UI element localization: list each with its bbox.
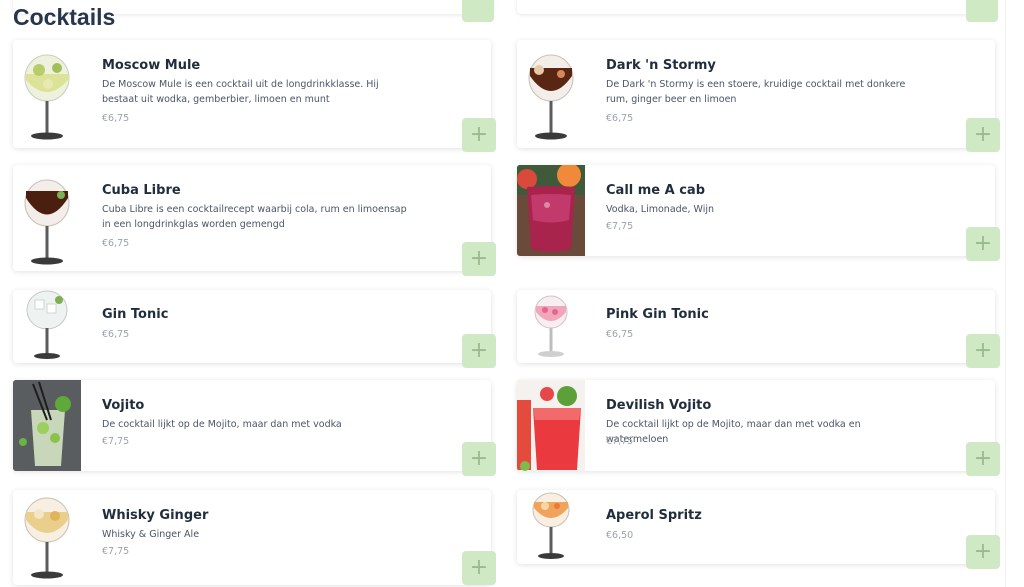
menu-item-card[interactable]: Gin Tonic €6,75 xyxy=(13,290,491,363)
cocktail-image xyxy=(517,490,585,564)
menu-item-card[interactable]: Dark 'n Stormy De Dark 'n Stormy is een … xyxy=(517,40,995,148)
item-price: €6,75 xyxy=(102,238,130,249)
item-price: €6,75 xyxy=(102,113,130,124)
item-name: Cuba Libre xyxy=(102,183,181,198)
add-to-cart-button[interactable]: + xyxy=(462,118,496,152)
menu-item-card[interactable]: Moscow Mule De Moscow Mule is een cockta… xyxy=(13,40,491,148)
menu-item-card[interactable]: Vojito De cocktail lijkt op de Mojito, m… xyxy=(13,380,491,471)
previous-card-right xyxy=(517,0,995,14)
cocktail-image xyxy=(517,290,585,363)
cocktail-image xyxy=(13,490,81,585)
cocktail-image xyxy=(13,290,81,363)
add-to-cart-button[interactable]: + xyxy=(966,334,1000,368)
item-description: Vodka, Limonade, Wijn xyxy=(606,204,715,215)
previous-add-button-left[interactable] xyxy=(462,0,494,22)
cocktail-image xyxy=(517,40,585,148)
cocktail-image xyxy=(517,380,585,471)
add-to-cart-button[interactable]: + xyxy=(966,118,1000,152)
item-name: Gin Tonic xyxy=(102,307,169,322)
item-price: €6,75 xyxy=(606,329,634,340)
menu-item-card[interactable]: Cuba Libre Cuba Libre is een cocktailrec… xyxy=(13,165,491,271)
add-to-cart-button[interactable]: + xyxy=(462,242,496,276)
add-to-cart-button[interactable]: + xyxy=(462,442,496,476)
item-description: Whisky & Ginger Ale xyxy=(102,529,200,540)
item-name: Aperol Spritz xyxy=(606,508,702,523)
cocktail-image xyxy=(517,165,585,256)
item-price: €6,50 xyxy=(606,530,634,541)
item-price: €7,75 xyxy=(102,436,130,447)
add-to-cart-button[interactable]: + xyxy=(462,551,496,585)
item-price: €7,75 xyxy=(102,546,130,557)
item-name: Call me A cab xyxy=(606,183,706,198)
item-description: De cocktail lijkt op de Mojito, maar dan… xyxy=(102,419,342,430)
item-description: De cocktail lijkt op de Mojito, maar dan… xyxy=(606,419,861,445)
item-description: De Dark 'n Stormy is een stoere, kruidig… xyxy=(606,79,906,105)
previous-add-button-right[interactable] xyxy=(966,0,998,22)
item-description: Cuba Libre is een cocktailrecept waarbij… xyxy=(102,204,407,230)
add-to-cart-button[interactable]: + xyxy=(966,535,1000,569)
cocktail-image xyxy=(13,165,81,271)
item-price: €7,75 xyxy=(606,436,634,447)
item-price: €6,75 xyxy=(606,113,634,124)
menu-item-card[interactable]: Pink Gin Tonic €6,75 xyxy=(517,290,995,363)
add-to-cart-button[interactable]: + xyxy=(966,227,1000,261)
section-title: Cocktails xyxy=(13,4,116,30)
menu-item-card[interactable]: Aperol Spritz €6,50 xyxy=(517,490,995,564)
item-price: €7,75 xyxy=(606,221,634,232)
menu-item-card[interactable]: Call me A cab Vodka, Limonade, Wijn €7,7… xyxy=(517,165,995,256)
cocktail-image xyxy=(13,40,81,148)
item-name: Vojito xyxy=(102,398,145,413)
item-name: Dark 'n Stormy xyxy=(606,58,716,73)
item-name: Moscow Mule xyxy=(102,58,201,73)
item-price: €6,75 xyxy=(102,329,130,340)
add-to-cart-button[interactable]: + xyxy=(966,442,1000,476)
item-name: Devilish Vojito xyxy=(606,398,712,413)
scroll-divider xyxy=(1005,0,1006,587)
add-to-cart-button[interactable]: + xyxy=(462,334,496,368)
menu-item-card[interactable]: Whisky Ginger Whisky & Ginger Ale €7,75 xyxy=(13,490,491,585)
item-name: Pink Gin Tonic xyxy=(606,307,709,322)
item-name: Whisky Ginger xyxy=(102,508,209,523)
item-description: De Moscow Mule is een cocktail uit de lo… xyxy=(102,79,379,105)
menu-item-card[interactable]: Devilish Vojito De cocktail lijkt op de … xyxy=(517,380,995,471)
cocktail-image xyxy=(13,380,81,471)
